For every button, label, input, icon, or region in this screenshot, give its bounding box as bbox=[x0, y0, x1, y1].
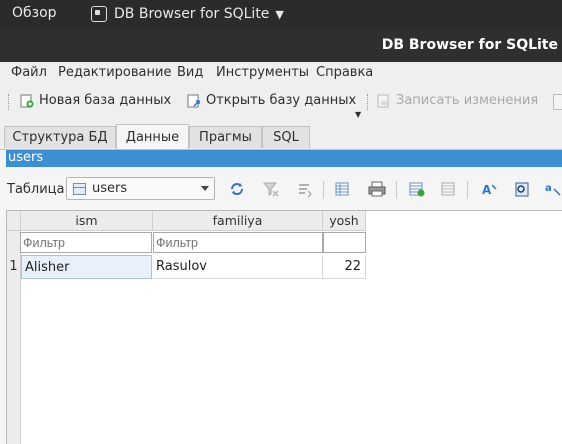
table-label: Таблица: bbox=[7, 182, 69, 197]
app-menu-label: DB Browser for SQLite bbox=[114, 6, 270, 22]
cell-ism[interactable]: Alisher bbox=[21, 255, 152, 279]
window-title: DB Browser for SQLite bbox=[381, 37, 558, 53]
row-header-column bbox=[7, 211, 21, 444]
save-table-as-icon[interactable] bbox=[334, 180, 352, 198]
open-database-label: Открыть базу данных bbox=[206, 93, 357, 108]
write-changes-button[interactable]: Записать изменения bbox=[377, 93, 538, 108]
menu-bar: Файл Редактирование Вид Инструменты Спра… bbox=[0, 62, 562, 84]
print-icon[interactable] bbox=[368, 180, 386, 198]
menu-file[interactable]: Файл bbox=[11, 65, 47, 80]
app-icon bbox=[91, 6, 107, 22]
row-number[interactable]: 1 bbox=[7, 255, 20, 279]
insert-record-icon[interactable] bbox=[408, 180, 426, 198]
svg-text:A: A bbox=[482, 183, 492, 197]
save-filter-icon[interactable] bbox=[296, 180, 314, 198]
table-select[interactable]: users bbox=[66, 177, 215, 200]
clear-filters-icon[interactable] bbox=[262, 180, 280, 198]
corner-header[interactable] bbox=[7, 211, 21, 231]
cell-yosh[interactable]: 22 bbox=[323, 255, 366, 279]
menu-help[interactable]: Справка bbox=[316, 65, 373, 80]
menu-view[interactable]: Вид bbox=[177, 65, 203, 80]
table-select-value: users bbox=[92, 181, 128, 196]
toolbar-overflow-icon[interactable] bbox=[553, 94, 562, 110]
menu-tools[interactable]: Инструменты bbox=[216, 65, 309, 80]
toolbar-separator bbox=[323, 181, 324, 199]
tab-pragmas[interactable]: Прагмы bbox=[189, 126, 262, 148]
toolbar-separator bbox=[467, 181, 468, 199]
write-changes-label: Записать изменения bbox=[396, 93, 539, 108]
chevron-down-icon bbox=[201, 186, 209, 191]
toolbar-separator bbox=[367, 94, 370, 110]
svg-text:a: a bbox=[545, 183, 552, 194]
column-header-ism[interactable]: ism bbox=[21, 211, 153, 231]
text-format-icon[interactable]: A bbox=[481, 180, 499, 198]
activities-button[interactable]: Обзор bbox=[12, 5, 57, 21]
open-database-button[interactable]: Открыть базу данных bbox=[187, 93, 356, 108]
delete-record-icon[interactable] bbox=[440, 180, 458, 198]
filter-input-yosh[interactable] bbox=[323, 232, 366, 253]
column-header-yosh[interactable]: yosh bbox=[323, 211, 366, 231]
find-icon[interactable] bbox=[513, 180, 531, 198]
write-changes-icon bbox=[377, 94, 391, 108]
main-tabs: Структура БД Данные Прагмы SQL bbox=[0, 124, 562, 150]
refresh-icon[interactable] bbox=[228, 180, 246, 198]
tab-browse-data[interactable]: Данные bbox=[116, 124, 189, 150]
chevron-down-icon: ▼ bbox=[275, 7, 284, 21]
data-grid: ism familiya yosh 1 Alisher Rasulov 22 bbox=[6, 210, 562, 444]
toolbar-grip[interactable] bbox=[8, 94, 11, 110]
filter-input-ism[interactable] bbox=[20, 232, 152, 253]
open-database-icon bbox=[187, 94, 201, 108]
filter-input-familiya[interactable] bbox=[153, 232, 323, 253]
open-database-dropdown-icon[interactable]: ▼ bbox=[355, 110, 361, 119]
window-titlebar[interactable]: DB Browser for SQLite bbox=[0, 28, 562, 62]
cell-familiya[interactable]: Rasulov bbox=[153, 255, 323, 279]
menu-edit[interactable]: Редактирование bbox=[58, 65, 171, 80]
app-menu-button[interactable]: DB Browser for SQLite ▼ bbox=[91, 4, 284, 24]
table-icon bbox=[73, 183, 86, 195]
current-table-banner: users bbox=[6, 150, 562, 167]
toolbar-separator bbox=[396, 181, 397, 199]
new-database-label: Новая база данных bbox=[39, 93, 172, 108]
new-database-button[interactable]: Новая база данных bbox=[20, 93, 171, 108]
tab-database-structure[interactable]: Структура БД bbox=[4, 126, 116, 148]
tab-sql[interactable]: SQL bbox=[262, 126, 310, 148]
find-replace-icon[interactable]: a bbox=[545, 180, 562, 198]
column-header-familiya[interactable]: familiya bbox=[153, 211, 323, 231]
browse-toolbar: Таблица: users A a bbox=[0, 174, 562, 204]
top-bar: Обзор DB Browser for SQLite ▼ bbox=[0, 0, 562, 28]
new-database-icon bbox=[20, 94, 34, 108]
main-toolbar: Новая база данных Открыть базу данных ▼ … bbox=[0, 84, 562, 120]
